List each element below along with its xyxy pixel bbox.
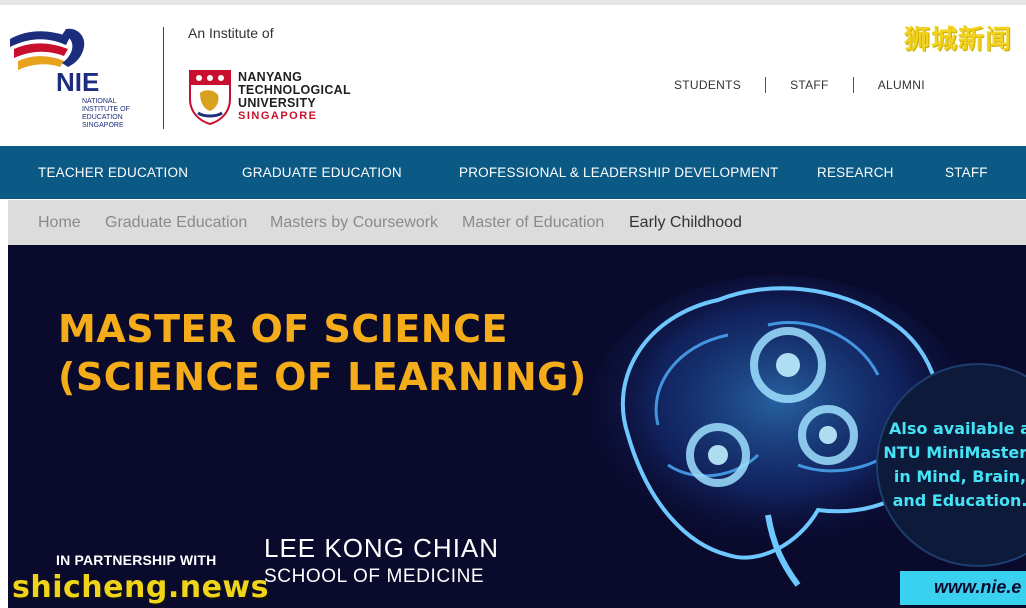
svg-text:EDUCATION: EDUCATION [82,114,123,121]
nav-research[interactable]: RESEARCH [817,146,894,199]
hero-title: MASTER OF SCIENCE (SCIENCE OF LEARNING) [58,305,587,401]
partner-school: SCHOOL OF MEDICINE [264,566,485,587]
ntu-line-3: UNIVERSITY [238,96,317,110]
ntu-crest-icon[interactable] [188,69,232,125]
nie-logo[interactable]: NIE NATIONAL INSTITUTE OF EDUCATION SING… [8,25,148,135]
badge-line-4: and Education. [892,491,1026,510]
minimasters-text: Also available a NTU MiniMasters in Mind… [880,417,1026,513]
top-link-alumni[interactable]: ALUMNI [854,78,949,92]
badge-line-3: in Mind, Brain, [893,467,1026,486]
url-text[interactable]: www.nie.e [934,577,1021,598]
nav-professional-leadership[interactable]: PROFESSIONAL & LEADERSHIP DEVELOPMENT [459,146,779,199]
top-link-staff[interactable]: STAFF [766,78,853,92]
svg-text:SINGAPORE: SINGAPORE [82,122,124,129]
ntu-line-4: SINGAPORE [238,110,318,122]
ntu-wordmark[interactable]: NANYANG TECHNOLOGICAL UNIVERSITY SINGAPO… [238,71,351,123]
breadcrumb: Home Graduate Education Masters by Cours… [8,200,1026,245]
top-link-students[interactable]: STUDENTS [650,78,765,92]
partner-name: LEE KONG CHIAN [264,533,500,563]
svg-text:NIE: NIE [56,67,99,97]
watermark-cn: 狮城新闻 [903,25,1012,55]
main-nav: TEACHER EDUCATION GRADUATE EDUCATION PRO… [0,146,1026,199]
top-links: STUDENTS STAFF ALUMNI [650,77,949,93]
institute-of-label: An Institute of [188,25,274,41]
svg-text:NATIONAL: NATIONAL [82,98,117,105]
watermark-shicheng: shicheng.news [12,570,269,605]
breadcrumb-current: Early Childhood [629,214,742,231]
badge-line-2: NTU MiniMasters [883,443,1026,462]
hero-title-line-1: MASTER OF SCIENCE [58,307,508,351]
breadcrumb-home[interactable]: Home [38,200,81,245]
hero-title-line-2: (SCIENCE OF LEARNING) [58,355,587,399]
breadcrumb-masters-coursework[interactable]: Masters by Coursework [270,200,438,245]
site-header: NIE NATIONAL INSTITUTE OF EDUCATION SING… [0,5,1026,145]
hero-banner: MASTER OF SCIENCE (SCIENCE OF LEARNING) … [8,245,1026,608]
badge-line-1: Also available a [889,419,1026,438]
logo-divider [163,27,164,129]
breadcrumb-graduate-education[interactable]: Graduate Education [105,200,247,245]
nav-teacher-education[interactable]: TEACHER EDUCATION [38,146,188,199]
nav-staff[interactable]: STAFF [945,146,988,199]
svg-text:INSTITUTE OF: INSTITUTE OF [82,106,130,113]
nav-graduate-education[interactable]: GRADUATE EDUCATION [242,146,402,199]
breadcrumb-master-education[interactable]: Master of Education [462,200,604,245]
partnership-label: IN PARTNERSHIP WITH [56,552,217,568]
